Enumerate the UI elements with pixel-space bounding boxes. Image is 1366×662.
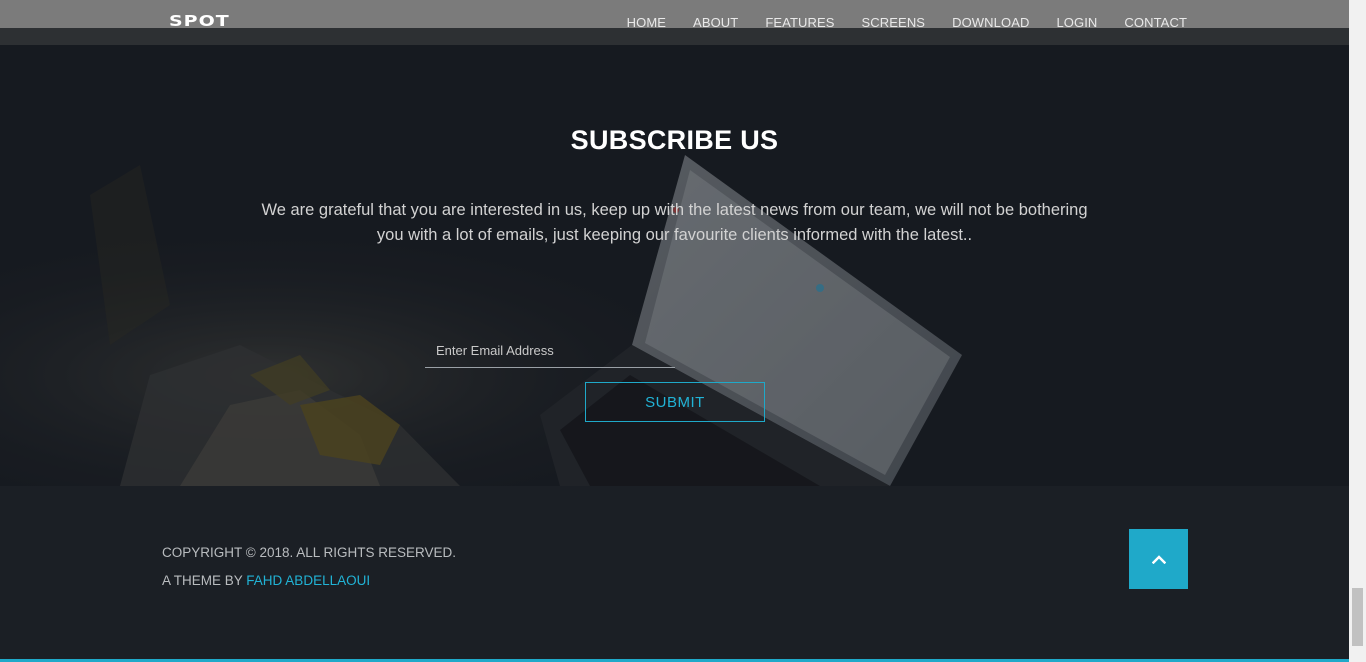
page-scrollbar[interactable]: [1349, 0, 1366, 662]
subscribe-title: SUBSCRIBE US: [570, 125, 779, 155]
submit-button[interactable]: SUBMIT: [585, 382, 765, 422]
nav-screens[interactable]: SCREENS: [862, 15, 926, 31]
author-link[interactable]: FAHD ABDELLAOUI: [246, 573, 370, 588]
subscribe-section: SUBSCRIBE US We are grateful that you ar…: [0, 45, 1349, 486]
nav-about[interactable]: ABOUT: [693, 15, 738, 31]
navbar: SPOT HOME ABOUT FEATURES SCREENS DOWNLOA…: [0, 0, 1349, 45]
logo[interactable]: SPOT: [169, 10, 230, 32]
back-to-top-button[interactable]: [1129, 529, 1188, 589]
scrollbar-thumb[interactable]: [1352, 588, 1363, 646]
nav-contact[interactable]: CONTACT: [1124, 15, 1187, 31]
nav-login[interactable]: LOGIN: [1056, 15, 1097, 31]
copyright-text: COPYRIGHT © 2018. ALL RIGHTS RESERVED.: [162, 545, 457, 560]
footer: COPYRIGHT © 2018. ALL RIGHTS RESERVED. A…: [0, 486, 1349, 662]
nav-download[interactable]: DOWNLOAD: [952, 15, 1029, 31]
theme-credit: A THEME BY FAHD ABDELLAOUI: [162, 573, 370, 588]
chevron-up-icon: [1151, 555, 1166, 564]
nav-home[interactable]: HOME: [627, 15, 666, 31]
page: SPOT HOME ABOUT FEATURES SCREENS DOWNLOA…: [0, 0, 1349, 662]
email-field[interactable]: [425, 333, 675, 368]
nav-features[interactable]: FEATURES: [765, 15, 834, 31]
credit-prefix: A THEME BY: [162, 573, 247, 588]
subscribe-description: We are grateful that you are interested …: [261, 201, 1088, 244]
main-nav: HOME ABOUT FEATURES SCREENS DOWNLOAD LOG…: [600, 15, 1187, 31]
